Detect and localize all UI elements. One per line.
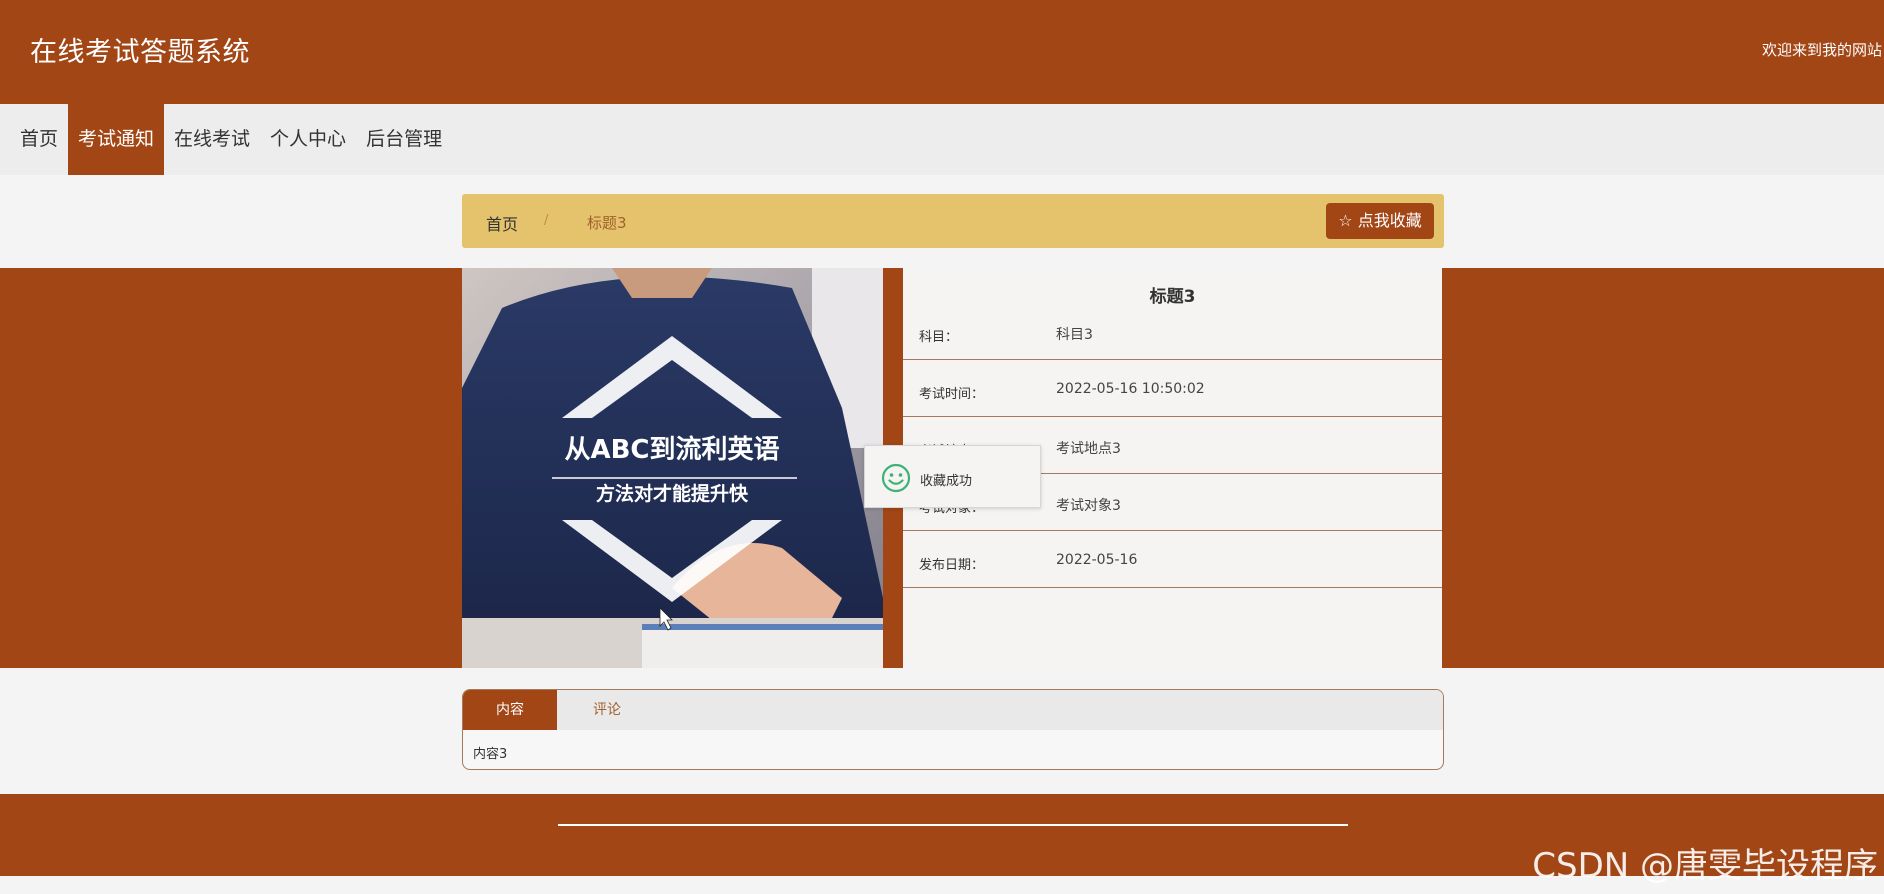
notice-cover-image: 从ABC到流利英语 方法对才能提升快 (462, 268, 883, 668)
breadcrumb-home-link[interactable]: 首页 (486, 211, 518, 235)
nav-item-admin[interactable]: 后台管理 (356, 104, 452, 175)
cover-line-1: 从ABC到流利英语 (564, 435, 779, 465)
content-tabs: 内容 评论 内容3 (462, 689, 1444, 770)
favorite-button[interactable]: ☆ 点我收藏 (1326, 203, 1434, 239)
detail-value: 科目3 (1056, 327, 1093, 343)
watermark: CSDN @唐雯毕设程序 (1532, 846, 1878, 886)
toast-message: 收藏成功 (920, 474, 973, 489)
breadcrumb: 首页 / 标题3 ☆ 点我收藏 (462, 194, 1444, 248)
nav-item-personal-center[interactable]: 个人中心 (260, 104, 356, 175)
detail-value: 考试对象3 (1056, 498, 1121, 514)
breadcrumb-separator: / (544, 213, 549, 228)
site-title: 在线考试答题系统 (30, 37, 250, 68)
detail-row-subject: 科目： 科目3 (903, 303, 1442, 360)
detail-value: 2022-05-16 (1056, 552, 1138, 568)
favorite-success-toast: 收藏成功 (864, 445, 1041, 508)
footer-divider (558, 824, 1348, 826)
detail-label: 科目： (919, 330, 959, 345)
main-nav: 首页 考试通知 在线考试 个人中心 后台管理 (0, 104, 1884, 175)
tabs-bar: 内容 评论 (463, 690, 1443, 730)
welcome-text: 欢迎来到我的网站 (1761, 41, 1882, 59)
breadcrumb-current: 标题3 (587, 214, 627, 232)
detail-label: 考试时间： (919, 387, 985, 402)
cover-line-2: 方法对才能提升快 (596, 482, 749, 505)
detail-row-publish-date: 发布日期： 2022-05-16 (903, 531, 1442, 588)
nav-item-exam-notice[interactable]: 考试通知 (68, 104, 165, 175)
smiley-face-icon (881, 463, 911, 493)
tab-content-body: 内容3 (473, 747, 508, 762)
nav-item-online-exam[interactable]: 在线考试 (164, 104, 260, 175)
tab-content[interactable]: 内容 (463, 690, 557, 730)
detail-row-exam-time: 考试时间： 2022-05-16 10:50:02 (903, 360, 1442, 417)
site-header: 在线考试答题系统 欢迎来到我的网站 (0, 0, 1884, 104)
nav-item-home[interactable]: 首页 (0, 104, 68, 175)
tab-comments[interactable]: 评论 (557, 690, 657, 730)
detail-value: 2022-05-16 10:50:02 (1056, 381, 1205, 397)
detail-value: 考试地点3 (1056, 441, 1121, 457)
detail-label: 发布日期： (919, 558, 985, 573)
